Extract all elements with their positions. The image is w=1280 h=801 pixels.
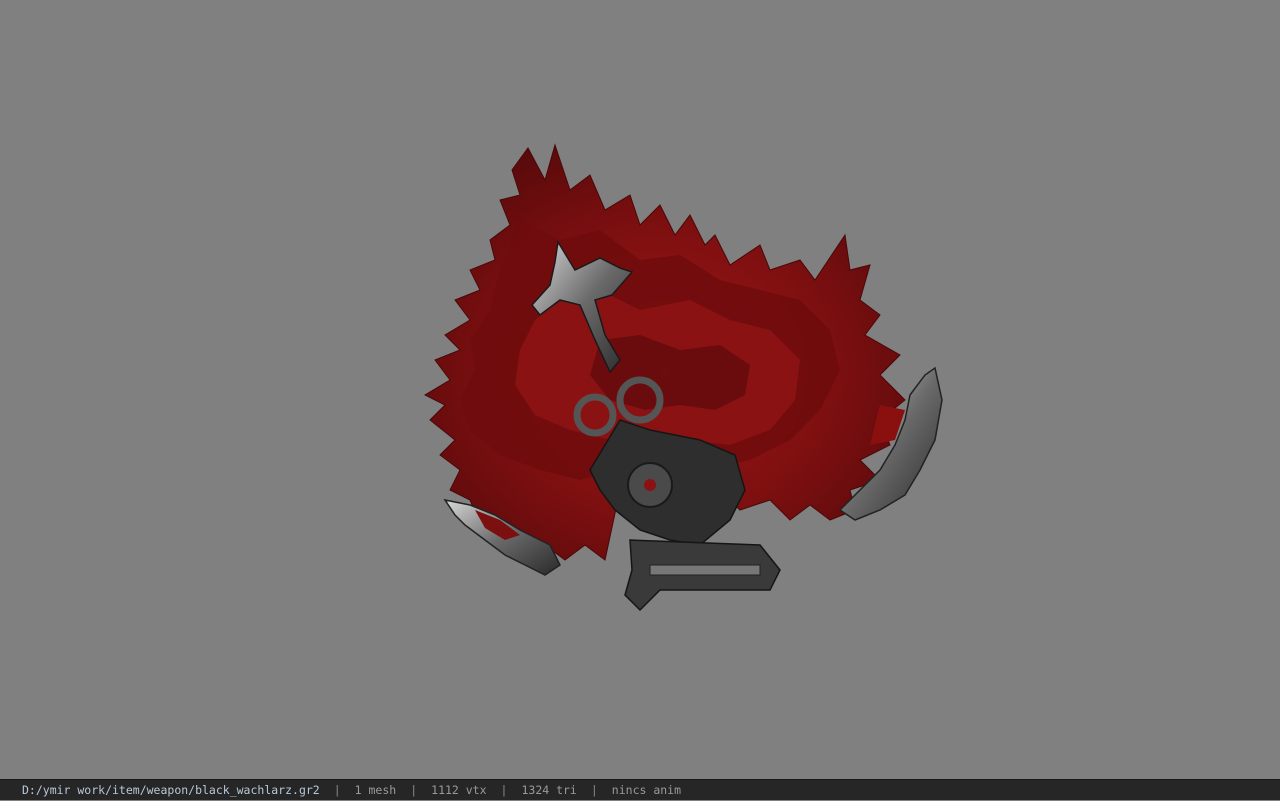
animation-status: nincs anim [611,783,682,797]
mesh-count: 1 mesh [354,783,397,797]
separator: | [590,783,598,797]
status-bar: D:/ymir work/item/weapon/black_wachlarz.… [0,779,1280,800]
weapon-model[interactable] [0,0,1280,779]
file-path: D:/ymir work/item/weapon/black_wachlarz.… [22,783,320,797]
separator: | [410,783,418,797]
vertex-count: 1112 vtx [431,783,487,797]
separator: | [500,783,508,797]
3d-viewport[interactable] [0,0,1280,779]
triangle-count: 1324 tri [521,783,577,797]
separator: | [333,783,341,797]
